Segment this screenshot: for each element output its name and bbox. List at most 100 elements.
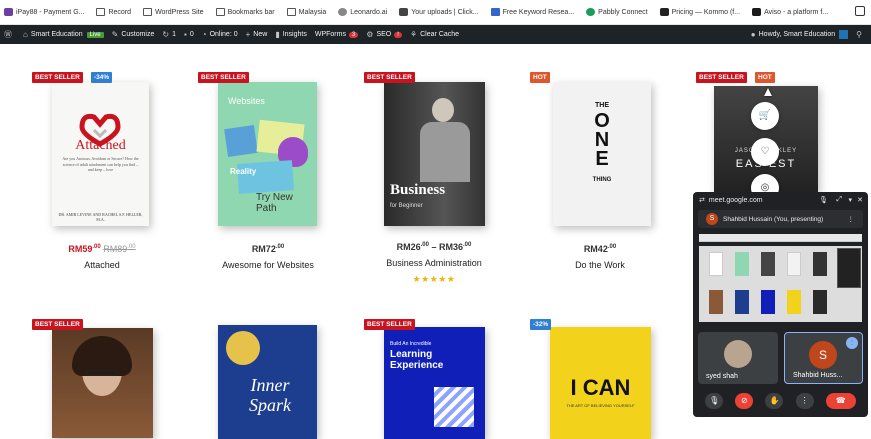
product-card[interactable]: BEST SELLER (32, 317, 172, 438)
product-card[interactable]: THE ONE THING HOT RM42.00 Do the Work (530, 70, 670, 275)
participant-tile[interactable]: S ⋮ Shahbid Huss... (784, 332, 863, 384)
expand-icon[interactable]: ⤢ (836, 196, 842, 204)
bookmark-favicon-icon (586, 8, 596, 16)
meet-controls: 🎙 ⊘ ✋ ⋮ ☎ (693, 390, 868, 412)
old-price-decimals: .00 (127, 244, 136, 250)
admin-bar-comments[interactable]: ▪ 0 (184, 30, 194, 39)
bookmark-label: Free Keyword Resea... (502, 8, 575, 16)
best-seller-badge: BEST SELLER (696, 72, 747, 83)
raise-hand-icon[interactable]: ✋ (765, 393, 784, 409)
price-decimals: .00 (275, 244, 285, 250)
bookmark-item[interactable]: iPay88 - Payment G... (4, 8, 84, 16)
product-card[interactable]: Build An Incredible Learning Experience … (364, 317, 504, 439)
bookmark-label: Leonardo.ai (350, 8, 388, 16)
price-separator: – (428, 242, 439, 252)
bookmark-label: iPay88 - Payment G... (16, 8, 85, 16)
heart-logo-icon (79, 114, 121, 147)
site-name: Smart Education (30, 31, 83, 38)
other-bookmarks-icon[interactable] (855, 6, 865, 16)
online-label: Online: 0 (209, 31, 238, 38)
product-card[interactable]: Inner Spark (198, 317, 338, 439)
cover-title: Learning Experience (390, 349, 444, 371)
folder-icon (286, 8, 296, 16)
admin-bar-howdy[interactable]: ● Howdy, Smart Education (751, 30, 849, 39)
mic-toggle-icon[interactable]: 🎙 (705, 393, 724, 409)
close-icon[interactable]: ✕ (857, 196, 863, 204)
product-card[interactable]: Attached Are you Anxious, Avoidant or Se… (32, 70, 172, 275)
product-card[interactable]: Websites Reality Try New Path BEST SELLE… (198, 70, 338, 275)
admin-bar-updates[interactable]: ↻ 1 (162, 30, 176, 39)
bookmark-item[interactable]: Aviso - a platform f... (752, 8, 828, 16)
book-cover-portrait[interactable] (52, 328, 153, 438)
book-cover-websites[interactable]: Websites Reality Try New Path (218, 82, 317, 226)
wishlist-button[interactable]: ♡ (751, 138, 779, 166)
cover-portrait (432, 98, 454, 122)
product-card[interactable]: Business for Beginner BEST SELLER RM26.0… (364, 70, 504, 285)
product-title[interactable]: Awesome for Websites (198, 260, 338, 270)
product-title[interactable]: Attached (32, 260, 172, 270)
book-cover-inner-spark[interactable]: Inner Spark (218, 325, 317, 439)
leave-call-icon[interactable]: ☎ (825, 393, 856, 409)
book-cover-i-can[interactable]: I CAN THE ART OF BELIEVING YOURSELF (550, 327, 651, 439)
bookmark-item[interactable]: Leonardo.ai (338, 8, 387, 16)
product-title[interactable]: Do the Work (530, 260, 670, 270)
book-cover-one-thing[interactable]: THE ONE THING (553, 82, 651, 226)
admin-bar-seo[interactable]: ⚙ SEO! (366, 30, 402, 39)
book-cover-learning[interactable]: Build An Incredible Learning Experience (384, 327, 485, 439)
bookmark-folder[interactable]: Record (96, 8, 131, 16)
product-price: RM59.00 RM89.00 (32, 244, 172, 254)
meet-picture-in-picture[interactable]: ⇄ meet.google.com 🎙 ⤢ ▾ ✕ S Shahbid Huss… (693, 192, 868, 417)
admin-bar-site[interactable]: ⌂ Smart Education Live (23, 30, 104, 39)
participant-avatar (724, 340, 752, 368)
wordpress-logo-icon[interactable]: Ⓦ (4, 29, 15, 40)
wpforms-badge: 3 (348, 31, 359, 38)
book-cover-attached[interactable]: Attached Are you Anxious, Avoidant or Se… (52, 82, 149, 226)
sale-price: RM59 (68, 244, 93, 254)
participant-tile[interactable]: syed shah (698, 332, 778, 384)
bookmark-label: Pricing — Kommo (f... (671, 8, 741, 16)
book-cover-business[interactable]: Business for Beginner (384, 82, 485, 226)
admin-bar-online[interactable]: ◔ Online: 0 (202, 30, 238, 39)
price-max: RM36 (439, 242, 464, 252)
product-card[interactable]: I CAN THE ART OF BELIEVING YOURSELF -32% (530, 317, 670, 439)
bookmark-item[interactable]: Your uploads | Click... (399, 8, 479, 16)
admin-bar-clear-cache[interactable]: ⚘ Clear Cache (410, 30, 459, 39)
more-options-icon[interactable]: ⋮ (795, 393, 814, 409)
best-seller-badge: BEST SELLER (32, 72, 83, 83)
cover-graphic (224, 125, 258, 157)
admin-bar-insights[interactable]: ▮ Insights (275, 30, 307, 39)
cover-seal (226, 331, 260, 365)
bookmark-label: Record (108, 8, 132, 16)
product-title[interactable]: Business Administration (364, 258, 504, 268)
bookmark-favicon-icon (752, 8, 762, 16)
price-decimals: .00 (607, 244, 617, 250)
mic-icon[interactable]: 🎙 (819, 196, 828, 204)
comments-count: 0 (189, 31, 194, 38)
bookmark-folder[interactable]: Malaysia (286, 8, 326, 16)
admin-bar-new[interactable]: + New (246, 30, 268, 39)
bookmark-folder[interactable]: WordPress Site (143, 8, 204, 16)
more-vert-icon[interactable]: ⋮ (848, 215, 855, 223)
shared-screen (699, 234, 862, 322)
bookmark-item[interactable]: Pabbly Connect (586, 8, 648, 16)
bookmark-folder[interactable]: Bookmarks bar (215, 8, 275, 16)
search-icon[interactable]: ⚲ (856, 30, 865, 39)
admin-bar-customize[interactable]: ✎ Customize (112, 30, 155, 39)
bookmark-favicon-icon (338, 8, 348, 16)
live-badge: Live (86, 31, 104, 38)
bookmark-item[interactable]: Free Keyword Resea... (490, 8, 575, 16)
minimize-icon[interactable]: ▾ (848, 196, 852, 204)
admin-bar-wpforms[interactable]: WPForms 3 (314, 31, 359, 38)
participant-avatar: S (809, 341, 837, 369)
bookmark-label: Bookmarks bar (227, 8, 275, 16)
price: RM72 (251, 244, 276, 254)
customize-label: Customize (121, 31, 155, 38)
price: RM42 (583, 244, 608, 254)
bookmark-item[interactable]: Pricing — Kommo (f... (659, 8, 741, 16)
bookmark-favicon-icon (4, 8, 13, 16)
cache-icon: ⚘ (409, 30, 418, 39)
camera-off-icon[interactable]: ⊘ (735, 393, 754, 409)
wpforms-label: WPForms (314, 31, 346, 38)
add-to-cart-button[interactable]: 🛒 (751, 102, 779, 130)
sale-price-decimals: .00 (92, 244, 101, 250)
